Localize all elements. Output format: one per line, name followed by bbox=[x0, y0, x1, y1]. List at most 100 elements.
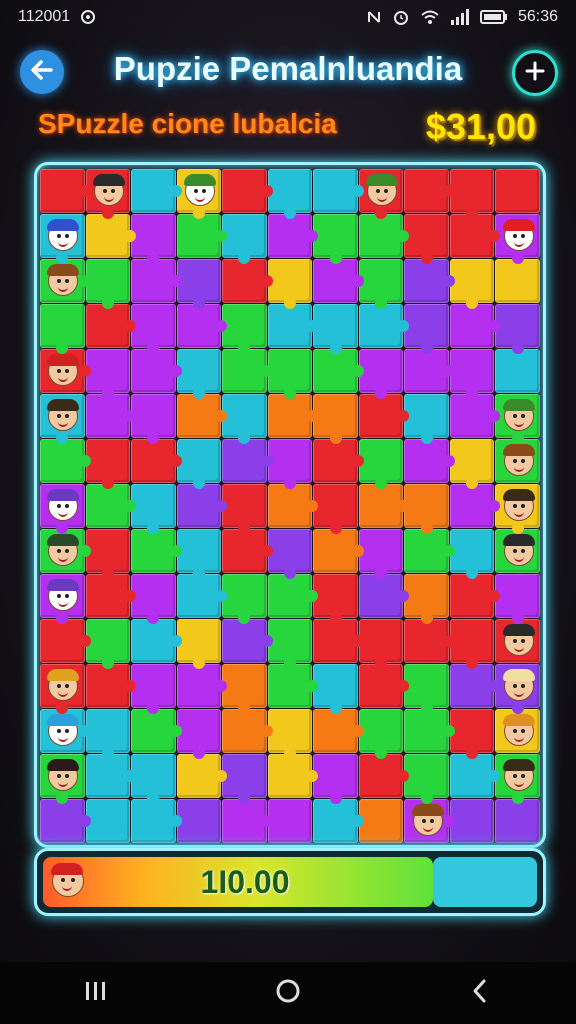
puzzle-piece[interactable] bbox=[358, 754, 409, 798]
puzzle-piece[interactable] bbox=[313, 619, 364, 663]
puzzle-piece[interactable] bbox=[267, 349, 313, 399]
puzzle-piece[interactable] bbox=[495, 484, 540, 534]
puzzle-piece[interactable] bbox=[267, 709, 313, 759]
puzzle-piece[interactable] bbox=[222, 529, 273, 573]
puzzle-piece[interactable] bbox=[358, 259, 404, 309]
puzzle-piece[interactable] bbox=[131, 169, 182, 213]
puzzle-piece[interactable] bbox=[495, 619, 540, 663]
puzzle-piece[interactable] bbox=[313, 349, 364, 393]
puzzle-piece[interactable] bbox=[495, 754, 540, 804]
puzzle-piece[interactable] bbox=[40, 259, 91, 303]
puzzle-piece[interactable] bbox=[222, 214, 267, 264]
puzzle-piece[interactable] bbox=[404, 529, 455, 573]
puzzle-piece[interactable] bbox=[358, 394, 409, 438]
puzzle-piece[interactable] bbox=[131, 214, 176, 264]
puzzle-piece[interactable] bbox=[495, 349, 540, 393]
puzzle-piece[interactable] bbox=[176, 169, 222, 219]
puzzle-piece[interactable] bbox=[358, 529, 404, 579]
puzzle-piece[interactable] bbox=[404, 304, 449, 354]
puzzle-piece[interactable] bbox=[358, 439, 404, 489]
puzzle-piece[interactable] bbox=[267, 529, 313, 579]
puzzle-piece[interactable] bbox=[313, 574, 358, 624]
puzzle-piece[interactable] bbox=[267, 754, 318, 798]
puzzle-piece[interactable] bbox=[267, 394, 318, 438]
puzzle-piece[interactable] bbox=[176, 799, 222, 843]
puzzle-piece[interactable] bbox=[495, 574, 540, 624]
puzzle-piece[interactable] bbox=[222, 439, 273, 483]
puzzle-piece[interactable] bbox=[222, 349, 273, 393]
puzzle-piece[interactable] bbox=[176, 574, 227, 618]
puzzle-piece[interactable] bbox=[495, 439, 540, 483]
puzzle-piece[interactable] bbox=[358, 709, 404, 759]
puzzle-piece[interactable] bbox=[449, 529, 495, 579]
puzzle-piece[interactable] bbox=[40, 664, 85, 714]
puzzle-piece[interactable] bbox=[40, 529, 91, 573]
puzzle-piece[interactable] bbox=[313, 529, 364, 573]
puzzle-piece[interactable] bbox=[131, 619, 182, 663]
puzzle-piece[interactable] bbox=[40, 169, 91, 213]
puzzle-piece[interactable] bbox=[267, 799, 313, 843]
puzzle-piece[interactable] bbox=[358, 799, 404, 843]
puzzle-piece[interactable] bbox=[131, 754, 176, 804]
puzzle-piece[interactable] bbox=[404, 439, 455, 483]
puzzle-piece[interactable] bbox=[222, 169, 273, 213]
puzzle-piece[interactable] bbox=[131, 664, 176, 714]
puzzle-piece[interactable] bbox=[495, 529, 540, 573]
puzzle-piece[interactable] bbox=[449, 664, 500, 708]
puzzle-piece[interactable] bbox=[313, 709, 364, 753]
puzzle-piece[interactable] bbox=[404, 574, 449, 624]
puzzle-piece[interactable] bbox=[404, 259, 455, 303]
puzzle-piece[interactable] bbox=[176, 304, 227, 348]
puzzle-piece[interactable] bbox=[222, 304, 267, 354]
puzzle-piece[interactable] bbox=[358, 214, 409, 258]
puzzle-piece[interactable] bbox=[85, 529, 131, 579]
puzzle-piece[interactable] bbox=[404, 349, 455, 393]
puzzle-piece[interactable] bbox=[404, 709, 455, 753]
puzzle-piece[interactable] bbox=[176, 529, 222, 579]
puzzle-piece[interactable] bbox=[313, 214, 358, 264]
puzzle-piece[interactable] bbox=[495, 304, 540, 354]
puzzle-piece[interactable] bbox=[131, 439, 182, 483]
puzzle-piece[interactable] bbox=[267, 169, 313, 219]
puzzle-piece[interactable] bbox=[85, 304, 136, 348]
puzzle-piece[interactable] bbox=[267, 439, 313, 489]
puzzle-piece[interactable] bbox=[495, 214, 540, 264]
puzzle-piece[interactable] bbox=[131, 394, 176, 444]
puzzle-piece[interactable] bbox=[267, 574, 318, 618]
puzzle-piece[interactable] bbox=[358, 619, 404, 669]
puzzle-piece[interactable] bbox=[404, 394, 449, 444]
puzzle-piece[interactable] bbox=[85, 214, 136, 258]
puzzle-piece[interactable] bbox=[449, 484, 500, 528]
recents-button[interactable] bbox=[66, 971, 126, 1015]
puzzle-piece[interactable] bbox=[131, 799, 182, 843]
puzzle-piece[interactable] bbox=[267, 484, 318, 528]
puzzle-piece[interactable] bbox=[495, 709, 540, 753]
puzzle-piece[interactable] bbox=[85, 169, 131, 219]
puzzle-piece[interactable] bbox=[131, 709, 182, 753]
puzzle-piece[interactable] bbox=[222, 394, 267, 444]
puzzle-piece[interactable] bbox=[40, 484, 85, 534]
puzzle-piece[interactable] bbox=[176, 349, 222, 399]
puzzle-piece[interactable] bbox=[404, 799, 455, 843]
puzzle-piece[interactable] bbox=[313, 484, 358, 534]
puzzle-piece[interactable] bbox=[176, 214, 227, 258]
puzzle-piece[interactable] bbox=[495, 169, 540, 213]
add-button[interactable] bbox=[512, 50, 558, 96]
puzzle-piece[interactable] bbox=[40, 574, 85, 624]
puzzle-piece[interactable] bbox=[85, 619, 131, 669]
puzzle-piece[interactable] bbox=[85, 754, 136, 798]
puzzle-piece[interactable] bbox=[313, 754, 358, 804]
puzzle-piece[interactable] bbox=[358, 304, 409, 348]
puzzle-piece[interactable] bbox=[449, 169, 495, 219]
puzzle-piece[interactable] bbox=[404, 169, 455, 213]
puzzle-piece[interactable] bbox=[267, 259, 313, 309]
puzzle-piece[interactable] bbox=[495, 394, 540, 444]
puzzle-piece[interactable] bbox=[449, 439, 495, 489]
puzzle-piece[interactable] bbox=[313, 664, 358, 714]
puzzle-piece[interactable] bbox=[449, 394, 500, 438]
puzzle-piece[interactable] bbox=[313, 169, 364, 213]
puzzle-piece[interactable] bbox=[176, 709, 222, 759]
puzzle-piece[interactable] bbox=[222, 754, 267, 804]
puzzle-piece[interactable] bbox=[131, 349, 182, 393]
puzzle-piece[interactable] bbox=[222, 259, 273, 303]
